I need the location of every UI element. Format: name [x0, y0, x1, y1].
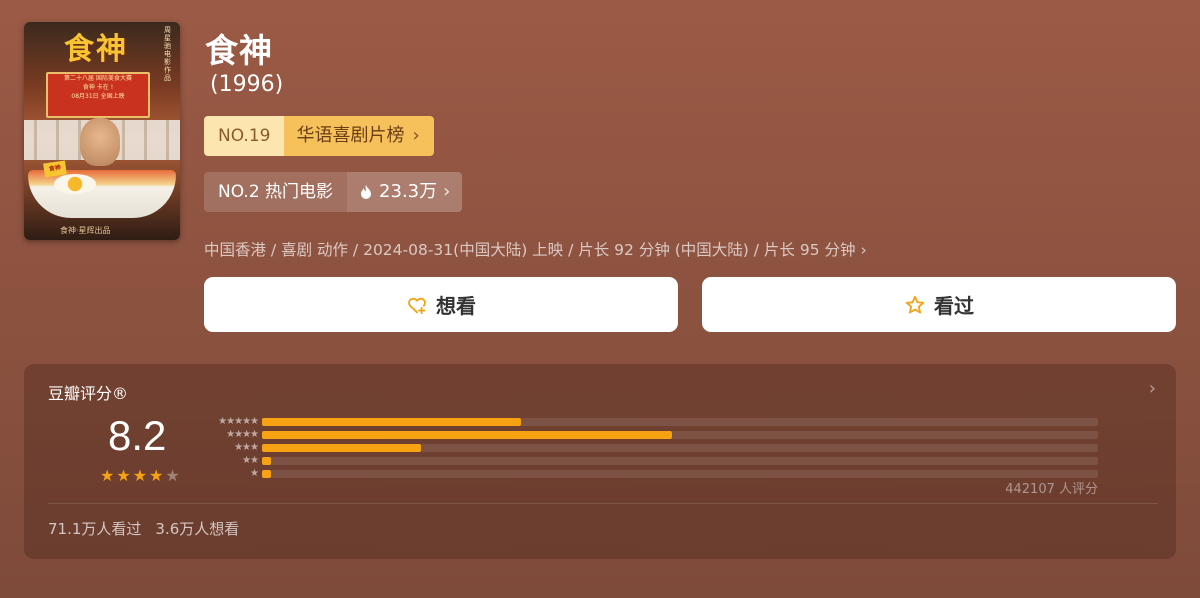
poster-banner-line: 食神 卡在 ! [82, 84, 114, 91]
rank-list-label: 华语喜剧片榜 [296, 125, 405, 146]
star-outline-icon [905, 295, 925, 313]
distribution-bar [262, 418, 522, 426]
poster-side-text: 周星驰 电影作品 [164, 26, 171, 82]
movie-year: (1996) [210, 72, 284, 97]
distribution-track [262, 431, 1098, 439]
star-empty-icon: ★ [165, 466, 180, 485]
rating-card-title: 豆瓣评分® [48, 384, 129, 403]
want-count: 3.6万人想看 [155, 520, 240, 538]
rating-count: 442107 人评分 [1005, 482, 1098, 497]
rating-score: 8.2 [108, 412, 167, 459]
distribution-bar [262, 431, 672, 439]
poster-egg [54, 174, 96, 194]
chevron-right-icon: › [443, 181, 451, 202]
chevron-right-icon: › [412, 125, 420, 146]
watched-button[interactable]: 看过 [702, 277, 1176, 332]
distribution-bar [262, 457, 272, 465]
seen-count: 71.1万人看过 [48, 520, 142, 538]
distribution-track [262, 418, 1098, 426]
rating-stars: ★ ★ ★ ★ ★ [100, 468, 180, 484]
rank-list-name: 华语喜剧片榜 › [284, 116, 434, 156]
want-to-watch-button[interactable]: 想看 [204, 277, 678, 332]
heart-plus-icon [408, 297, 426, 314]
rank-badge-hot[interactable]: NO.2 热门电影 23.3万 › [204, 172, 463, 212]
distribution-stars-icon: ★★★ [234, 442, 259, 453]
seen-label: 看过 [934, 294, 974, 318]
distribution-stars-icon: ★★★★ [226, 429, 259, 440]
want-label: 想看 [436, 294, 476, 318]
distribution-bar [262, 470, 272, 478]
chevron-right-icon: › [860, 241, 867, 259]
distribution-stars-icon: ★ [250, 468, 259, 479]
rating-distribution: ★★★★★ ★★★★ ★★★ ★★ ★ [200, 416, 1100, 481]
poster-banner: 第二十八届 国际美食大赛 食神 卡在 ! 08月31日 全国上映 [46, 72, 150, 118]
rating-card[interactable]: 豆瓣评分® › 8.2 ★ ★ ★ ★ ★ ★★★★★ ★★★★ ★★★ ★★ ★ 442107… [24, 364, 1176, 559]
poster-actor [80, 118, 120, 166]
distribution-row: ★★ [200, 455, 1100, 467]
distribution-track [262, 444, 1098, 452]
poster-banner-line: 08月31日 全国上映 [71, 93, 125, 100]
poster-banner-line: 第二十八届 国际美食大赛 [64, 75, 132, 82]
distribution-track [262, 457, 1098, 465]
movie-title: 食神 [205, 31, 273, 70]
rank-badge-genre[interactable]: NO.19 华语喜剧片榜 › [204, 116, 434, 156]
distribution-bar [262, 444, 421, 452]
distribution-track [262, 470, 1098, 478]
star-filled-icon: ★ [132, 466, 148, 485]
rank-number: NO.19 [204, 116, 285, 156]
chevron-right-icon[interactable]: › [1149, 378, 1156, 399]
distribution-row: ★★★ [200, 442, 1100, 454]
star-filled-icon: ★ [116, 466, 131, 485]
flame-icon [361, 185, 372, 199]
poster-bottom-text: 食神·星辉出品 [60, 226, 111, 235]
movie-poster[interactable]: 食神 周星驰 电影作品 第二十八届 国际美食大赛 食神 卡在 ! 08月31日 … [24, 22, 180, 240]
distribution-row: ★★★★★ [200, 416, 1100, 428]
poster-title-art: 食神 [64, 32, 128, 67]
distribution-row: ★ [200, 468, 1100, 480]
distribution-stars-icon: ★★★★★ [218, 416, 259, 427]
rating-footer: 71.1万人看过 3.6万人想看 [48, 518, 239, 539]
divider [48, 503, 1158, 504]
hot-rank-label: NO.2 热门电影 [204, 172, 348, 212]
movie-meta-line[interactable]: 中国香港 / 喜剧 动作 / 2024-08-31(中国大陆) 上映 / 片长 … [204, 238, 867, 260]
star-filled-icon: ★ [149, 466, 164, 485]
meta-text: 中国香港 / 喜剧 动作 / 2024-08-31(中国大陆) 上映 / 片长 … [204, 241, 856, 259]
star-filled-icon: ★ [100, 466, 115, 485]
hot-value: 23.3万 [379, 181, 438, 202]
distribution-row: ★★★★ [200, 429, 1100, 441]
hot-value-badge: 23.3万 › [347, 172, 463, 212]
poster-bowl [28, 170, 176, 218]
distribution-stars-icon: ★★ [242, 455, 259, 466]
